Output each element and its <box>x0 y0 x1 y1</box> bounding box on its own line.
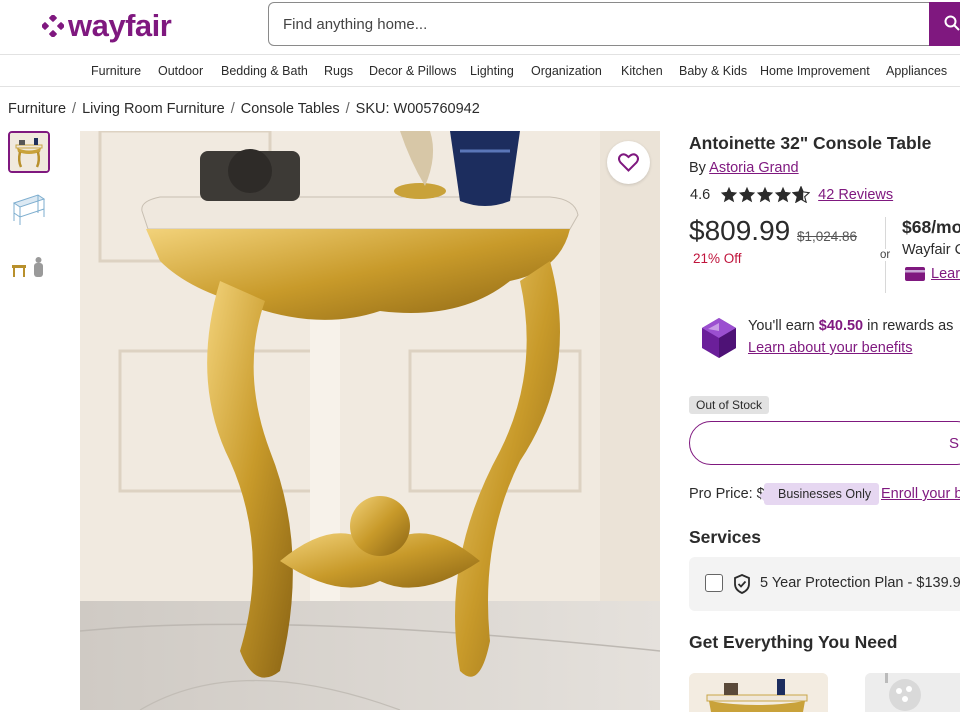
scale-thumb-image <box>8 249 50 291</box>
notify-me-button[interactable]: S <box>689 421 960 465</box>
nav-item-appliances[interactable]: Appliances <box>886 64 947 78</box>
star-rating <box>720 186 811 203</box>
thumbnail-2[interactable] <box>8 189 50 231</box>
shield-check-icon <box>734 574 750 594</box>
reviews-link[interactable]: 42 Reviews <box>818 187 893 203</box>
rating-row: 4.6 42 Reviews <box>690 186 893 203</box>
rewards-prefix: You'll earn <box>748 318 819 334</box>
star-icon <box>721 186 738 203</box>
sale-price: $809.99 <box>689 215 791 246</box>
thumbnail-1[interactable] <box>8 131 50 173</box>
rewards-gem-icon <box>702 318 736 358</box>
discount-label: 21% Off <box>693 251 742 266</box>
star-icon <box>775 186 792 203</box>
search-icon <box>944 15 960 31</box>
rewards-text: You'll earn $40.50 in rewards as <box>748 318 953 334</box>
nav-item-decor-pillows[interactable]: Decor & Pillows <box>369 64 457 78</box>
nav-item-furniture[interactable]: Furniture <box>91 64 141 78</box>
wayfair-logo-icon <box>42 15 64 37</box>
breadcrumb-furniture[interactable]: Furniture <box>8 101 66 117</box>
enroll-business-link[interactable]: Enroll your b <box>881 486 960 502</box>
logo-text: wayfair <box>68 8 172 43</box>
wayfair-logo[interactable]: wayfair <box>42 8 172 44</box>
product-title: Antoinette 32" Console Table <box>689 133 932 153</box>
nav-item-lighting[interactable]: Lighting <box>470 64 514 78</box>
notify-me-label: S <box>949 435 960 452</box>
breadcrumb-living-room[interactable]: Living Room Furniture <box>82 101 225 117</box>
protection-plan-checkbox[interactable] <box>705 574 723 592</box>
star-half-icon <box>792 186 811 203</box>
or-text: or <box>879 249 892 261</box>
breadcrumb-separator: / <box>72 101 77 117</box>
breadcrumb-console-tables[interactable]: Console Tables <box>241 101 340 117</box>
breadcrumb: Furniture / Living Room Furniture / Console … <box>8 101 480 117</box>
nav-item-home-improvement[interactable]: Home Improvement <box>760 64 870 78</box>
rating-value: 4.6 <box>690 186 711 203</box>
nav-item-rugs[interactable]: Rugs <box>324 64 353 78</box>
get-everything-heading: Get Everything You Need <box>689 632 898 652</box>
star-icon <box>739 186 756 203</box>
monthly-price: $68/mo <box>902 217 960 237</box>
card-learn-link[interactable]: Lear <box>931 266 960 282</box>
breadcrumb-separator: / <box>345 101 350 117</box>
businesses-only-badge: Businesses Only <box>758 483 880 505</box>
was-price: $1,024.86 <box>797 229 858 244</box>
search-bar[interactable] <box>268 2 960 46</box>
nav-item-outdoor[interactable]: Outdoor <box>158 64 203 78</box>
credit-card-icon <box>905 267 925 281</box>
breadcrumb-sku: SKU: W005760942 <box>355 101 480 117</box>
thumbnail-3[interactable] <box>8 249 50 291</box>
search-input[interactable] <box>283 15 883 33</box>
recommendation-card[interactable] <box>865 673 960 712</box>
nav-item-bedding-bath[interactable]: Bedding & Bath <box>221 64 308 78</box>
product-main-image[interactable] <box>80 131 660 710</box>
favorite-button[interactable] <box>607 141 650 184</box>
recommendation-image <box>689 673 828 712</box>
nav-item-baby-kids[interactable]: Baby & Kids <box>679 64 747 78</box>
pro-price-label: Pro Price: $ <box>689 486 765 502</box>
rewards-amount: $40.50 <box>818 318 864 334</box>
protection-plan-label: 5 Year Protection Plan - $139.9 <box>760 575 960 591</box>
rewards-suffix: in rewards as <box>863 318 954 334</box>
nav-item-organization[interactable]: Organization <box>531 64 602 78</box>
wayfair-card-name: Wayfair C <box>902 242 960 258</box>
heart-icon <box>618 153 639 172</box>
breadcrumb-separator: / <box>230 101 235 117</box>
category-nav: Furniture Outdoor Bedding & Bath Rugs De… <box>0 56 960 87</box>
nav-item-kitchen[interactable]: Kitchen <box>621 64 663 78</box>
rewards-benefits-link[interactable]: Learn about your benefits <box>748 340 912 356</box>
protection-plan-option[interactable]: 5 Year Protection Plan - $139.9 <box>689 557 960 611</box>
header: wayfair <box>0 0 960 55</box>
card-learn-row[interactable]: Lear <box>905 266 960 282</box>
dimensions-thumb-image <box>8 189 50 231</box>
search-button[interactable] <box>929 2 960 46</box>
recommendation-card[interactable] <box>689 673 828 712</box>
recommendation-image <box>865 673 960 712</box>
star-icon <box>757 186 774 203</box>
console-table-thumb-image <box>10 133 48 171</box>
by-prefix: By <box>689 160 706 176</box>
by-line: By Astoria Grand <box>689 160 799 176</box>
services-heading: Services <box>689 527 762 547</box>
console-table-photo <box>80 131 660 710</box>
brand-link[interactable]: Astoria Grand <box>709 160 798 176</box>
stock-status-badge: Out of Stock <box>689 396 770 414</box>
